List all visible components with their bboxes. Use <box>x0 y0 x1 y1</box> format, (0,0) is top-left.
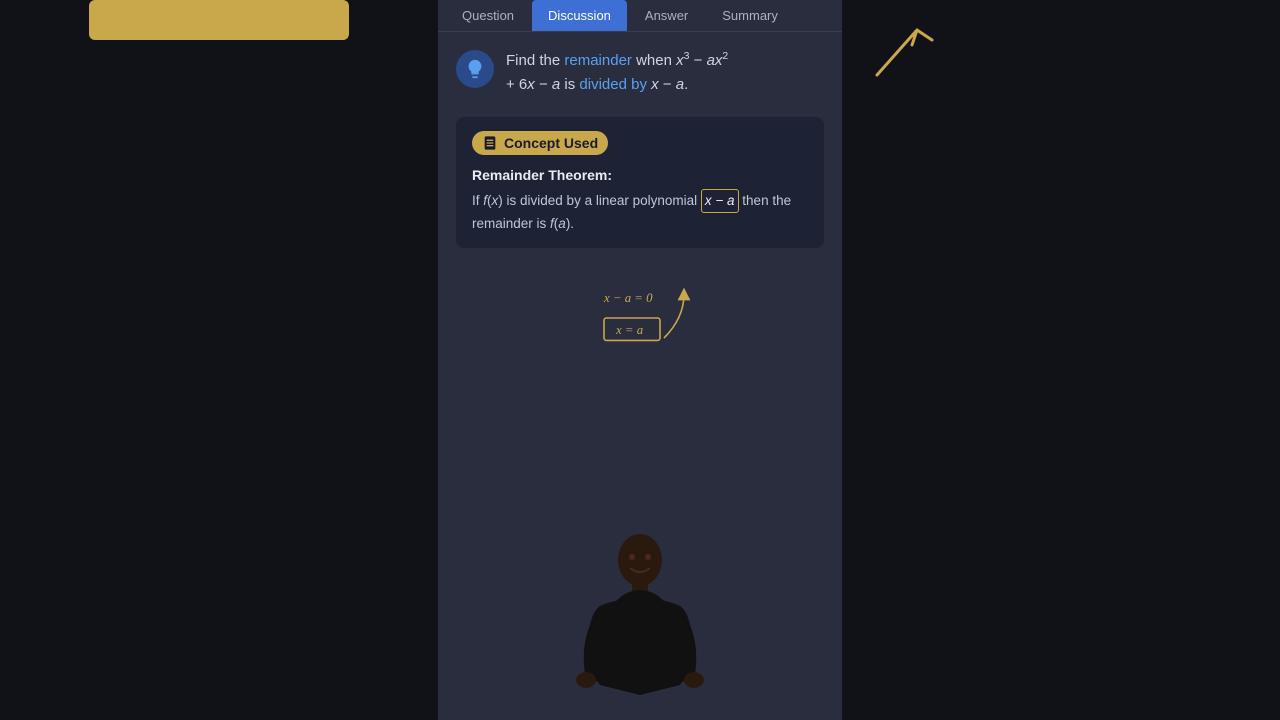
right-panel-arrow <box>872 20 952 80</box>
right-panel <box>842 0 1280 720</box>
question-text: Find the remainder when x3 − ax2 + 6x − … <box>506 48 728 97</box>
svg-text:x = a: x = a <box>615 323 643 337</box>
top-bar-decoration <box>89 0 349 40</box>
concept-body: If f(x) is divided by a linear polynomia… <box>472 189 808 234</box>
math-annotation: x − a = 0 x = a <box>456 264 824 364</box>
annotation-svg: x − a = 0 x = a <box>560 264 720 364</box>
tab-summary[interactable]: Summary <box>706 0 794 31</box>
highlight-remainder: remainder <box>564 52 632 69</box>
concept-block: Concept Used Remainder Theorem: If f(x) … <box>456 117 824 248</box>
concept-label: Concept Used <box>504 135 598 151</box>
concept-title: Remainder Theorem: <box>472 167 808 183</box>
question-block: Find the remainder when x3 − ax2 + 6x − … <box>456 48 824 97</box>
person-area <box>550 520 730 720</box>
tab-discussion[interactable]: Discussion <box>532 0 627 31</box>
person-silhouette <box>570 530 710 720</box>
bulb-icon <box>456 50 494 88</box>
box-highlight-xa: x − a <box>701 189 739 213</box>
left-panel <box>0 0 438 720</box>
math-expr: x <box>676 52 684 69</box>
tab-answer[interactable]: Answer <box>629 0 704 31</box>
svg-text:x − a = 0: x − a = 0 <box>603 291 653 305</box>
highlight-divided: divided by <box>579 76 647 93</box>
concept-header: Concept Used <box>472 131 808 155</box>
tab-bar: Question Discussion Answer Summary <box>438 0 842 32</box>
tab-question[interactable]: Question <box>446 0 530 31</box>
main-panel: Question Discussion Answer Summary Find … <box>438 0 842 720</box>
concept-badge: Concept Used <box>472 131 608 155</box>
